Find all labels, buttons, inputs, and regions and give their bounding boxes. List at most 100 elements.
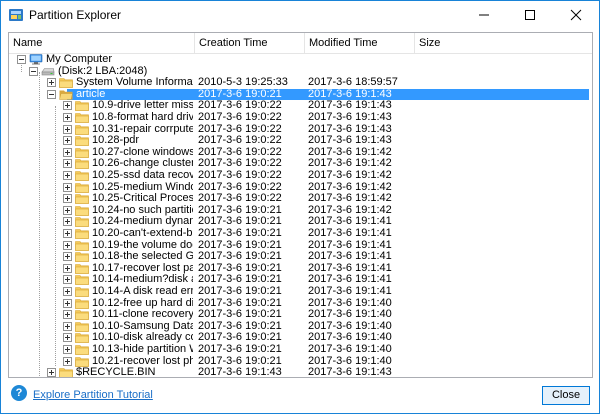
tree-row[interactable]: 10.25-Critical Process ... 2017-3-6 19:0:…: [9, 193, 592, 205]
expand-icon[interactable]: [63, 287, 72, 296]
expand-icon[interactable]: [63, 113, 72, 122]
tree-row[interactable]: 10.9-drive letter missing 2017-3-6 19:0:2…: [9, 100, 592, 112]
item-name: 10.11-clone recovery ...: [92, 309, 193, 321]
close-window-button[interactable]: [553, 1, 599, 29]
expand-icon[interactable]: [63, 147, 72, 157]
tree-row[interactable]: 10.11-clone recovery ... 2017-3-6 19:0:21…: [9, 309, 592, 321]
creation-time: [198, 66, 304, 78]
expand-icon[interactable]: [63, 194, 72, 204]
column-name[interactable]: Name: [9, 33, 195, 53]
tree-row[interactable]: 10.24-medium dynami... 2017-3-6 19:0:21 20…: [9, 216, 592, 228]
expand-icon[interactable]: [63, 240, 72, 250]
folder-icon: [59, 368, 73, 377]
expand-icon[interactable]: [63, 252, 72, 262]
folder-icon: [75, 287, 89, 297]
creation-time: 2017-3-6 19:0:22: [198, 158, 282, 170]
creation-time: 2017-3-6 19:0:22: [198, 170, 282, 181]
tree-row[interactable]: 10.19-the volume doe... 2017-3-6 19:0:21 2…: [9, 240, 592, 252]
expand-icon[interactable]: [63, 356, 72, 366]
modified-time: 2017-3-6 19:1:40: [308, 309, 392, 321]
tree-row[interactable]: 10.8-format hard drive 2017-3-6 19:0:22 20…: [9, 112, 592, 124]
expand-icon[interactable]: [63, 310, 72, 320]
expand-icon[interactable]: [63, 263, 72, 273]
expand-icon[interactable]: [63, 333, 72, 343]
creation-time: 2010-5-3 19:25:33: [198, 77, 288, 89]
tree-row[interactable]: 10.10-Samsung Data ... 2017-3-6 19:0:21 20…: [9, 321, 592, 333]
expand-icon[interactable]: [47, 78, 56, 88]
modified-time: 2017-3-6 19:1:43: [308, 367, 392, 378]
expand-icon[interactable]: [47, 368, 56, 377]
modified-time: 2017-3-6 18:59:57: [308, 77, 398, 89]
file-tree-view[interactable]: Name Creation Time Modified Time Size My…: [8, 32, 593, 378]
tree-row[interactable]: 10.14-A disk read erro... 2017-3-6 19:0:2…: [9, 286, 592, 298]
tree-row[interactable]: My Computer: [9, 54, 592, 66]
tree-row[interactable]: 10.28-pdr 2017-3-6 19:0:22 2017-3-6 19:1:4…: [9, 135, 592, 147]
modified-time: 2017-3-6 19:1:41: [308, 228, 392, 239]
tree-row[interactable]: 10.10-disk already con... 2017-3-6 19:0:2…: [9, 332, 592, 344]
modified-time: 2017-3-6 19:1:40: [308, 297, 392, 309]
folder-icon: [75, 333, 89, 344]
tree-row[interactable]: 10.31-repair corrputed... 2017-3-6 19:0:2…: [9, 124, 592, 136]
tree-row[interactable]: 10.13-hide partition W... 2017-3-6 19:0:2…: [9, 344, 592, 356]
maximize-button[interactable]: [507, 1, 553, 29]
minimize-button[interactable]: [461, 1, 507, 29]
item-name: 10.18-the selected GP...: [92, 251, 193, 263]
column-size[interactable]: Size: [415, 33, 592, 53]
column-creation-time[interactable]: Creation Time: [195, 33, 305, 53]
tree-row-selected[interactable]: article 2017-3-6 19:0:21 2017-3-6 19:1:43: [9, 88, 592, 101]
help-icon[interactable]: ?: [11, 385, 27, 401]
close-button[interactable]: Close: [542, 386, 590, 405]
tree-row[interactable]: (Disk:2 LBA:2048): [9, 66, 592, 78]
expand-icon[interactable]: [63, 171, 72, 180]
item-name: 10.20-can't-extend-bo...: [92, 228, 193, 239]
expand-icon[interactable]: [63, 101, 72, 111]
modified-time: 2017-3-6 19:1:42: [308, 158, 392, 170]
tree-row[interactable]: 10.24-no such partitio... 2017-3-6 19:0:2…: [9, 205, 592, 217]
collapse-icon[interactable]: [47, 89, 56, 99]
expand-icon[interactable]: [63, 136, 72, 146]
expand-icon[interactable]: [63, 321, 72, 331]
expand-icon[interactable]: [63, 205, 72, 215]
tree-row[interactable]: 10.26-change cluster s... 2017-3-6 19:0:2…: [9, 158, 592, 170]
tree-row[interactable]: $RECYCLE.BIN 2017-3-6 19:1:43 2017-3-6 19:…: [9, 367, 592, 378]
creation-time: 2017-3-6 19:1:43: [198, 367, 282, 378]
tree-row[interactable]: System Volume Information 2010-5-3 19:25:…: [9, 77, 592, 89]
tree-row[interactable]: 10.20-can't-extend-bo... 2017-3-6 19:0:21…: [9, 228, 592, 240]
creation-time: 2017-3-6 19:0:21: [198, 320, 282, 332]
tutorial-link[interactable]: Explore Partition Tutorial: [33, 389, 153, 401]
item-name: 10.27-clone windows ...: [92, 146, 193, 158]
item-name: 10.10-Samsung Data ...: [92, 320, 193, 332]
expand-icon[interactable]: [63, 124, 72, 134]
folder-icon: [75, 229, 89, 239]
tree-row[interactable]: 10.18-the selected GP... 2017-3-6 19:0:21…: [9, 251, 592, 263]
tree-row[interactable]: 10.14-medium?disk alr... 2017-3-6 19:0:21…: [9, 274, 592, 286]
folder-icon: [75, 124, 89, 135]
app-icon: [9, 9, 23, 21]
expand-icon[interactable]: [63, 217, 72, 227]
creation-time: 2017-3-6 19:0:21: [198, 297, 282, 309]
folder-icon: [75, 275, 89, 286]
tree-row[interactable]: 10.25-ssd data recovery 2017-3-6 19:0:22 2…: [9, 170, 592, 182]
folder-icon: [75, 147, 89, 158]
expand-icon[interactable]: [63, 182, 72, 192]
column-modified-time[interactable]: Modified Time: [305, 33, 415, 53]
expand-icon[interactable]: [63, 159, 72, 169]
item-name: 10.21-recover lost pho...: [92, 355, 193, 367]
folder-icon: [75, 182, 89, 193]
expand-icon[interactable]: [63, 229, 72, 238]
creation-time: 2017-3-6 19:0:22: [198, 146, 282, 158]
expand-icon[interactable]: [63, 345, 72, 354]
tree-row[interactable]: 10.27-clone windows ... 2017-3-6 19:0:22 2…: [9, 147, 592, 159]
window-title: Partition Explorer: [29, 8, 122, 22]
item-name: 10.25-medium Windo...: [92, 181, 193, 193]
tree-row[interactable]: 10.21-recover lost pho... 2017-3-6 19:0:2…: [9, 356, 592, 368]
tree-row[interactable]: 10.17-recover lost par... 2017-3-6 19:0:2…: [9, 263, 592, 275]
collapse-icon[interactable]: [17, 55, 26, 64]
expand-icon[interactable]: [63, 298, 72, 308]
creation-time: 2017-3-6 19:0:21: [198, 228, 282, 239]
item-name: 10.31-repair corrputed...: [92, 123, 193, 135]
tree-row[interactable]: 10.25-medium Windo... 2017-3-6 19:0:22 201…: [9, 182, 592, 194]
tree-row[interactable]: 10.12-free up hard dis... 2017-3-6 19:0:2…: [9, 298, 592, 310]
collapse-icon[interactable]: [29, 66, 38, 76]
expand-icon[interactable]: [63, 275, 72, 285]
